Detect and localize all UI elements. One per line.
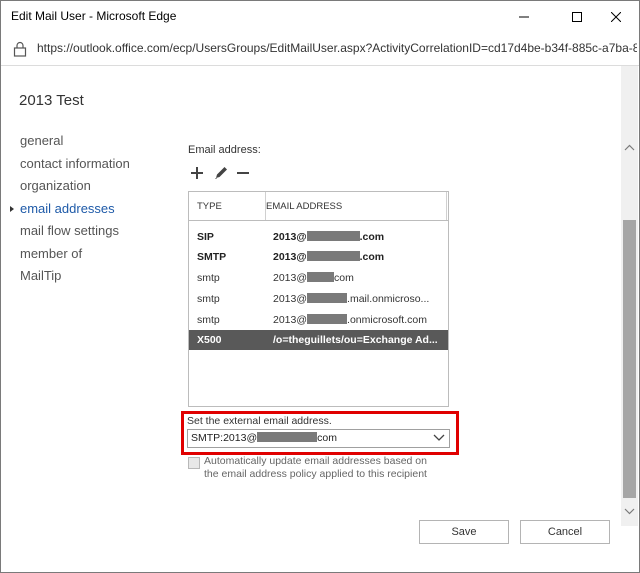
maximize-icon — [572, 11, 582, 22]
address-type: SMTP — [197, 251, 227, 263]
list-header: TYPE EMAIL ADDRESS — [189, 192, 448, 221]
page-title: 2013 Test — [19, 92, 84, 109]
nav-item-mail-flow-settings[interactable]: mail flow settings — [1, 220, 161, 243]
redacted-block — [257, 432, 318, 442]
scrollbar-thumb[interactable] — [623, 220, 636, 498]
list-item[interactable]: smtp 2013@ .mail.onmicroso... — [189, 289, 448, 309]
address-type: smtp — [197, 272, 220, 284]
nav-item-member-of[interactable]: member of — [1, 243, 161, 266]
column-header-type[interactable]: TYPE — [197, 201, 222, 212]
list-item[interactable]: SIP 2013@ .com — [189, 227, 448, 247]
nav-item-organization[interactable]: organization — [1, 175, 161, 198]
email-address-label: Email address: — [188, 144, 261, 156]
address-type: SIP — [197, 231, 214, 243]
address-value: 2013@ .mail.onmicroso... — [273, 293, 430, 305]
triangle-right-icon — [10, 205, 14, 212]
redacted-block — [307, 314, 348, 324]
address-value: /o=theguillets/ou=Exchange Ad... — [273, 334, 438, 346]
address-value: 2013@ .onmicrosoft.com — [273, 314, 427, 326]
dialog-content: 2013 Test general contact information or… — [1, 66, 639, 572]
external-address-label: Set the external email address. — [187, 415, 332, 427]
minimize-icon — [519, 16, 529, 17]
external-address-dropdown[interactable]: SMTP:2013@ com — [187, 429, 450, 448]
redacted-block — [307, 272, 335, 282]
chevron-down-icon — [433, 434, 445, 441]
vertical-scrollbar[interactable] — [621, 66, 638, 526]
address-bar[interactable]: https://outlook.office.com/ecp/UsersGrou… — [1, 32, 639, 66]
scroll-down-arrow-icon[interactable] — [621, 502, 638, 519]
browser-window: Edit Mail User - Microsoft Edge https://… — [0, 0, 640, 573]
list-item[interactable]: SMTP 2013@ .com — [189, 247, 448, 267]
list-item[interactable]: smtp 2013@ .onmicrosoft.com — [189, 310, 448, 330]
sidebar-nav: general contact information organization… — [1, 130, 161, 288]
auto-update-label: Automatically update email addresses bas… — [204, 455, 427, 480]
list-item[interactable]: smtp 2013@ com — [189, 268, 448, 288]
pencil-icon[interactable] — [212, 164, 230, 182]
address-value: 2013@ .com — [273, 231, 385, 243]
auto-update-checkbox[interactable] — [188, 457, 200, 469]
address-type: X500 — [197, 334, 222, 346]
lock-icon — [13, 41, 27, 57]
address-type: smtp — [197, 293, 220, 305]
column-divider — [446, 192, 447, 220]
url-text[interactable]: https://outlook.office.com/ecp/UsersGrou… — [37, 41, 637, 55]
redacted-block — [306, 231, 360, 241]
save-button[interactable]: Save — [419, 520, 509, 544]
email-address-list[interactable]: TYPE EMAIL ADDRESS SIP 2013@ .com SMTP 20… — [188, 191, 449, 407]
redacted-block — [307, 293, 348, 303]
address-value: 2013@ .com — [273, 251, 385, 263]
plus-icon[interactable] — [188, 164, 206, 182]
external-address-value: SMTP:2013@ com — [191, 432, 337, 444]
address-value: 2013@ com — [273, 272, 354, 284]
nav-item-contact-information[interactable]: contact information — [1, 153, 161, 176]
scroll-up-arrow-icon[interactable] — [621, 140, 638, 157]
nav-item-general[interactable]: general — [1, 130, 161, 153]
address-type: smtp — [197, 314, 220, 326]
minimize-button[interactable] — [501, 1, 547, 32]
nav-item-email-addresses[interactable]: email addresses — [1, 198, 161, 221]
nav-item-mailtip[interactable]: MailTip — [1, 265, 161, 288]
minus-icon[interactable] — [234, 164, 252, 182]
close-button[interactable] — [593, 1, 639, 32]
nav-item-label: email addresses — [20, 200, 115, 216]
title-bar: Edit Mail User - Microsoft Edge — [1, 1, 639, 32]
close-icon — [611, 11, 621, 22]
window-title: Edit Mail User - Microsoft Edge — [11, 9, 177, 23]
column-header-email-address[interactable]: EMAIL ADDRESS — [266, 201, 342, 212]
redacted-block — [306, 251, 360, 261]
list-item-selected[interactable]: X500 /o=theguillets/ou=Exchange Ad... — [189, 330, 448, 350]
cancel-button[interactable]: Cancel — [520, 520, 610, 544]
